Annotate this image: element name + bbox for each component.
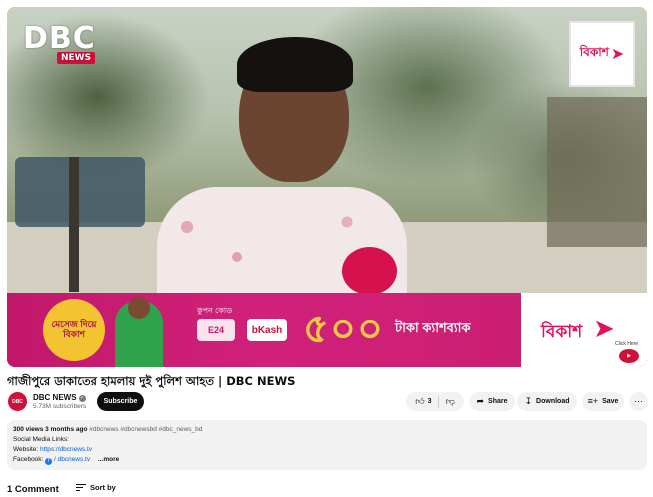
channel-avatar[interactable]: DBC: [8, 392, 27, 411]
description-line-website: Website: https://dbcnews.tv: [13, 445, 641, 455]
show-more-link[interactable]: ...more: [98, 456, 119, 463]
bird-icon: ➤: [593, 313, 615, 343]
ad-cashback-amount: ৫০০: [303, 307, 384, 351]
sponsor-logo: বিকাশ ➤: [569, 21, 635, 87]
video-truck: [15, 157, 145, 227]
thumbs-up-icon: 👍︎: [415, 396, 425, 406]
facebook-link[interactable]: / dbcnews.tv: [54, 456, 90, 463]
subscriber-count: 5.73M subscribers: [33, 403, 87, 410]
like-dislike-group: 👍︎ 3 👎︎: [406, 392, 464, 411]
like-count: 3: [427, 398, 432, 405]
sponsor-brand-text: বিকাশ: [579, 45, 609, 59]
dbc-logo-text: DBC: [23, 21, 96, 56]
description-box[interactable]: 300 views 3 months ago #dbcnews #dbcnews…: [7, 420, 647, 470]
video-stall: [547, 97, 647, 247]
upload-age: 3 months ago: [45, 426, 88, 433]
sort-by-label: Sort by: [90, 483, 116, 492]
ad-coupon-code: E24: [197, 319, 235, 341]
channel-name-row[interactable]: DBC NEWS ✓: [33, 393, 86, 402]
bird-icon: ➤: [610, 46, 625, 63]
save-label: Save: [602, 398, 619, 405]
share-label: Share: [488, 398, 508, 405]
ad-coupon-label: কুপন কোড: [197, 306, 233, 315]
playlist-add-icon: ≡+: [587, 396, 599, 406]
description-line-facebook: Facebook: f / dbcnews.tv ...more: [13, 455, 641, 465]
dislike-button[interactable]: 👎︎: [443, 397, 455, 406]
share-button[interactable]: ➦ Share: [469, 392, 515, 411]
ad-banner[interactable]: মেসেজ দিয়ে বিকাশ কুপন কোড E24 bKash ৫০০…: [7, 293, 647, 367]
website-label: Website:: [13, 446, 39, 453]
ad-offer-text: টাকা ক্যাশব্যাক: [395, 320, 471, 335]
video-pole: [69, 157, 79, 292]
share-arrow-icon: ➦: [476, 396, 485, 406]
ad-brand-text: বিকাশ: [541, 322, 583, 341]
download-icon: ↧: [524, 396, 533, 406]
download-label: Download: [536, 398, 570, 405]
ad-bkash-badge: bKash: [247, 319, 287, 341]
video-microphone: [342, 247, 397, 295]
website-link[interactable]: https://dbcnews.tv: [40, 446, 92, 453]
like-button[interactable]: 👍︎ 3: [415, 395, 439, 408]
save-button[interactable]: ≡+ Save: [582, 392, 624, 411]
download-button[interactable]: ↧ Download: [517, 392, 577, 411]
facebook-label: Facebook:: [13, 456, 44, 463]
ad-click-button[interactable]: ▶: [619, 349, 639, 363]
comment-count: 1 Comment: [7, 484, 59, 495]
ad-click-text: Click Here: [615, 341, 639, 347]
more-actions-button[interactable]: ···: [629, 392, 648, 411]
video-person-hair: [237, 37, 353, 92]
dbc-logo-subtext: NEWS: [57, 52, 96, 64]
description-line-social: Social Media Links:: [13, 436, 69, 443]
sort-icon: [76, 483, 86, 492]
video-title: গাজীপুরে ডাকাতের হামলায় দুই পুলিশ আহত |…: [7, 374, 296, 388]
subscribe-button[interactable]: Subscribe: [97, 392, 144, 411]
description-meta-line: 300 views 3 months ago #dbcnews #dbcnews…: [13, 425, 641, 435]
thumbs-down-icon: 👎︎: [445, 396, 455, 406]
video-player[interactable]: DBC NEWS বিকাশ ➤ মেসেজ দিয়ে বিকাশ কুপন …: [7, 7, 647, 367]
channel-name[interactable]: DBC NEWS: [33, 393, 77, 402]
more-dots-icon: ···: [634, 396, 643, 406]
sort-by-button[interactable]: Sort by: [76, 483, 116, 492]
ad-circle-badge: মেসেজ দিয়ে বিকাশ: [43, 299, 105, 361]
facebook-icon: f: [45, 458, 53, 465]
hashtags[interactable]: #dbcnews #dbcnewsbd #dbc_news_bd: [89, 426, 202, 433]
verified-check-icon: ✓: [78, 395, 86, 402]
ad-brand-panel: বিকাশ ➤ Click Here ▶: [521, 293, 647, 367]
dbc-watermark-logo: DBC NEWS: [23, 21, 96, 64]
view-count: 300 views: [13, 426, 44, 433]
ad-model-image: [115, 297, 163, 367]
